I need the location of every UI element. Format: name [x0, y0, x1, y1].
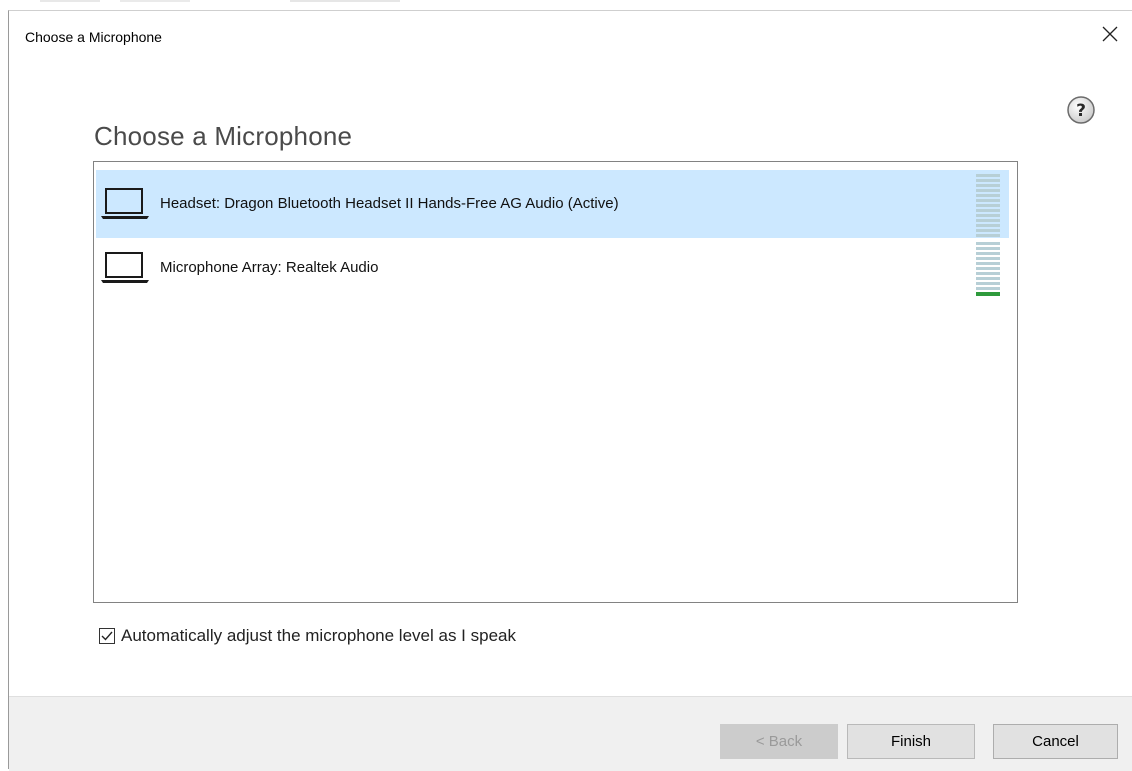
- level-meter-segment: [976, 282, 1000, 285]
- close-button[interactable]: [1088, 17, 1132, 51]
- page-heading: Choose a Microphone: [94, 121, 353, 151]
- title-bar: Choose a Microphone: [9, 11, 1132, 51]
- level-meter-segment: [976, 267, 1000, 270]
- auto-adjust-checkbox-row[interactable]: Automatically adjust the microphone leve…: [99, 625, 516, 647]
- choose-microphone-dialog: Choose a Microphone ? Choose a Microphon…: [8, 10, 1132, 771]
- level-meter-segment: [976, 204, 1000, 207]
- cancel-button[interactable]: Cancel: [993, 724, 1118, 759]
- level-meter-segment: [976, 262, 1000, 265]
- level-meter-segment: [976, 287, 1000, 290]
- help-icon: ?: [1067, 96, 1095, 124]
- dialog-footer: < Back Finish Cancel: [9, 696, 1132, 771]
- auto-adjust-label: Automatically adjust the microphone leve…: [121, 626, 516, 645]
- microphone-list[interactable]: Headset: Dragon Bluetooth Headset II Han…: [93, 161, 1018, 603]
- level-meter-segment: [976, 179, 1000, 182]
- level-meter-segment: [976, 199, 1000, 202]
- background-window-text: [40, 0, 400, 2]
- level-meter-segment: [976, 214, 1000, 217]
- close-icon: [1102, 26, 1118, 42]
- auto-adjust-checkbox[interactable]: [99, 628, 115, 644]
- level-meter-segment: [976, 247, 1000, 250]
- microphone-list-item-headset[interactable]: Headset: Dragon Bluetooth Headset II Han…: [96, 170, 1009, 238]
- level-meter-segment: [976, 224, 1000, 227]
- level-meter-segment: [976, 209, 1000, 212]
- level-meter-segment: [976, 252, 1000, 255]
- level-meter-segment: [976, 194, 1000, 197]
- level-meter-segment: [976, 229, 1000, 232]
- level-meter-segment-active: [976, 292, 1000, 296]
- svg-text:?: ?: [1076, 101, 1086, 121]
- microphone-label: Headset: Dragon Bluetooth Headset II Han…: [160, 195, 619, 212]
- level-meter-segment: [976, 174, 1000, 177]
- checkmark-icon: [101, 631, 113, 641]
- microphone-list-item-array[interactable]: Microphone Array: Realtek Audio: [96, 238, 1009, 306]
- microphone-label: Microphone Array: Realtek Audio: [160, 259, 379, 276]
- level-meter-segment: [976, 234, 1000, 237]
- level-meter-segment: [976, 277, 1000, 280]
- level-meter-array: [976, 242, 1000, 302]
- level-meter-segment: [976, 257, 1000, 260]
- level-meter-headset: [976, 174, 1000, 240]
- level-meter-segment: [976, 189, 1000, 192]
- level-meter-segment: [976, 272, 1000, 275]
- level-meter-segment: [976, 242, 1000, 245]
- level-meter-segment: [976, 219, 1000, 222]
- help-button[interactable]: ?: [1066, 95, 1096, 125]
- laptop-icon: [101, 188, 149, 219]
- window-title: Choose a Microphone: [25, 29, 162, 45]
- back-button[interactable]: < Back: [720, 724, 838, 759]
- laptop-icon: [101, 252, 149, 283]
- finish-button[interactable]: Finish: [847, 724, 975, 759]
- background-window-strip: [0, 0, 1132, 10]
- level-meter-segment: [976, 184, 1000, 187]
